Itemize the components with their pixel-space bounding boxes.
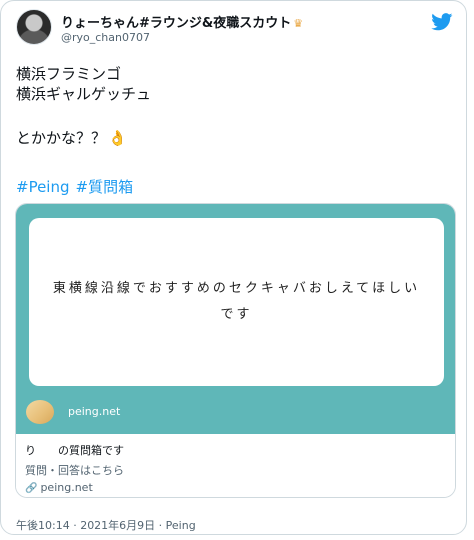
question-box: 東横線沿線でおすすめのセクキャバおしえてほしいです [29, 218, 444, 386]
card-title: り の質問箱です [25, 444, 124, 457]
tweet-text-line-2: 横浜ギャルゲッチュ [16, 85, 152, 103]
ok-hand-icon: 👌 [108, 129, 127, 147]
avatar[interactable] [16, 9, 52, 45]
card-info[interactable]: り の質問箱です 質問・回答はこちら 🔗 peing.net [16, 434, 455, 497]
card-description: 質問・回答はこちら [25, 464, 124, 477]
twitter-bird-icon[interactable] [431, 13, 453, 31]
hashtag-peing[interactable]: #Peing [16, 178, 70, 196]
tweet-text-line-4-text: とかかな？？ [16, 129, 107, 147]
card-link[interactable]: 🔗 peing.net [25, 481, 93, 494]
tweet-text-line-4: とかかな？？ 👌 [16, 128, 127, 148]
question-text: 東横線沿線でおすすめのセクキャバおしえてほしいです [52, 281, 421, 322]
tweet-timestamp[interactable]: 午後10:14 · 2021年6月9日 · Peing [16, 517, 196, 533]
card-image[interactable]: 東横線沿線でおすすめのセクキャバおしえてほしいです peing.net [16, 204, 455, 434]
tweet-text-line-1: 横浜フラミンゴ [16, 65, 122, 83]
link-icon: 🔗 [25, 483, 38, 494]
card-link-text[interactable]: peing.net [40, 481, 92, 494]
peing-logo-icon [26, 400, 54, 424]
tweet-frame: りょーちゃん#ラウンジ&夜職スカウト ♛ @ryo_chan0707 横浜フラミン… [0, 0, 467, 535]
hashtag-shitsumonbako[interactable]: #質問箱 [76, 178, 134, 196]
hashtags: #Peing #質問箱 [16, 176, 139, 197]
author-name-text[interactable]: りょーちゃん#ラウンジ&夜職スカウト [61, 16, 291, 31]
author-name[interactable]: りょーちゃん#ラウンジ&夜職スカウト ♛ [61, 12, 303, 31]
author-handle[interactable]: @ryo_chan0707 [61, 31, 150, 44]
link-card[interactable]: 東横線沿線でおすすめのセクキャバおしえてほしいです peing.net り の質… [15, 203, 456, 498]
crown-icon: ♛ [293, 17, 304, 30]
card-image-domain: peing.net [68, 405, 121, 418]
